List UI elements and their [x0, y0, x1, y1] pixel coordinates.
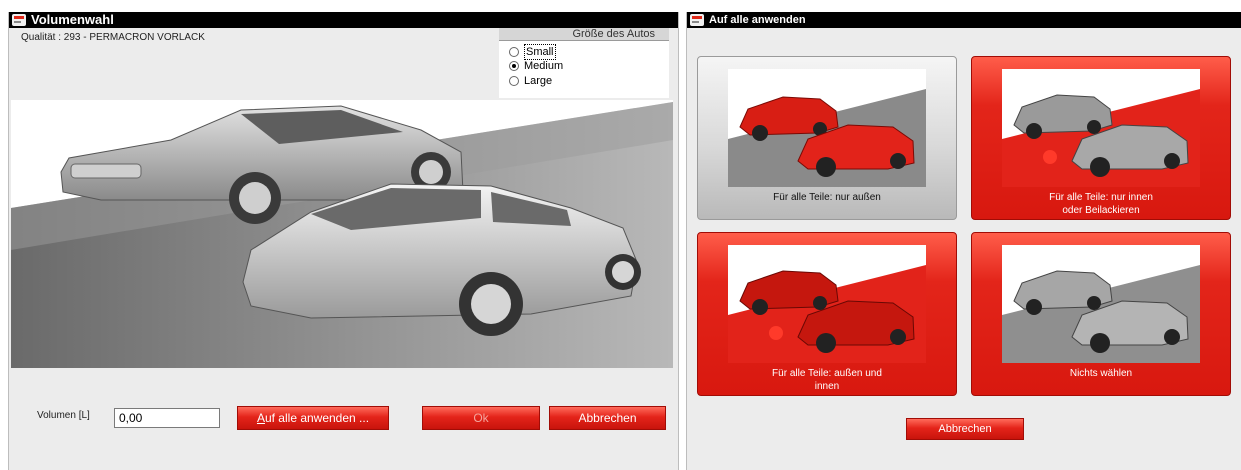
- car-size-group: Größe des Autos Small Medium Large: [499, 28, 669, 98]
- app-logo-icon: [12, 14, 26, 26]
- car-illustration: [11, 100, 673, 368]
- option-caption: Für alle Teile: außen und innen: [698, 367, 956, 393]
- window-title: Auf alle anwenden: [709, 14, 806, 26]
- radio-small[interactable]: Small: [509, 44, 556, 60]
- option-thumbnail: [728, 69, 926, 187]
- radio-label: Small: [524, 44, 556, 60]
- radio-label: Medium: [524, 60, 564, 72]
- option-caption: Für alle Teile: nur innen oder Beilackie…: [972, 191, 1230, 217]
- radio-large[interactable]: Large: [509, 74, 552, 88]
- caption-line-2: oder Beilackieren: [1062, 205, 1140, 216]
- caption-line-1: Für alle Teile: nur innen: [1049, 192, 1153, 203]
- quality-label: Qualität : 293 - PERMACRON VORLACK: [21, 32, 205, 43]
- volume-label: Volumen [L]: [37, 410, 90, 421]
- radio-button-icon[interactable]: [509, 47, 519, 57]
- cancel-button[interactable]: Abbrechen: [906, 418, 1024, 440]
- caption-line-1: Für alle Teile: nur außen: [773, 192, 881, 203]
- option-caption: Nichts wählen: [972, 367, 1230, 380]
- title-bar: Auf alle anwenden: [687, 12, 1241, 28]
- ok-label: Ok: [473, 411, 489, 425]
- radio-label: Large: [524, 75, 553, 87]
- option-inside-or-blend[interactable]: Für alle Teile: nur innen oder Beilackie…: [971, 56, 1231, 220]
- window-title: Volumenwahl: [31, 12, 114, 27]
- option-caption: Für alle Teile: nur außen: [698, 191, 956, 204]
- title-bar: Volumenwahl: [9, 12, 678, 28]
- option-thumbnail: [1002, 245, 1200, 363]
- option-outside-only[interactable]: Für alle Teile: nur außen: [697, 56, 957, 220]
- cancel-button[interactable]: Abbrechen: [549, 406, 666, 430]
- car-size-legend: Größe des Autos: [499, 28, 669, 41]
- apply-all-dialog: Auf alle anwenden Für alle Teile: nur au…: [686, 12, 1241, 470]
- radio-medium[interactable]: Medium: [509, 59, 563, 73]
- volume-input[interactable]: [114, 408, 220, 428]
- option-select-none[interactable]: Nichts wählen: [971, 232, 1231, 396]
- apply-all-label: Auf alle anwenden ...: [256, 411, 370, 425]
- ok-button[interactable]: Ok: [422, 406, 540, 430]
- volume-dialog: Volumenwahl Qualität : 293 - PERMACRON V…: [8, 12, 679, 470]
- radio-button-icon[interactable]: [509, 76, 519, 86]
- caption-line-1: Für alle Teile: außen und: [772, 368, 882, 379]
- option-thumbnail: [1002, 69, 1200, 187]
- app-logo-icon: [690, 14, 704, 26]
- cancel-label: Abbrechen: [578, 411, 637, 425]
- caption-line-1: Nichts wählen: [1069, 368, 1133, 379]
- option-outside-and-inside[interactable]: Für alle Teile: außen und innen: [697, 232, 957, 396]
- caption-line-2: innen: [814, 381, 840, 392]
- apply-all-button[interactable]: Auf alle anwenden ...: [237, 406, 389, 430]
- radio-button-checked-icon[interactable]: [509, 61, 519, 71]
- cancel-label: Abbrechen: [938, 423, 992, 435]
- option-thumbnail: [728, 245, 926, 363]
